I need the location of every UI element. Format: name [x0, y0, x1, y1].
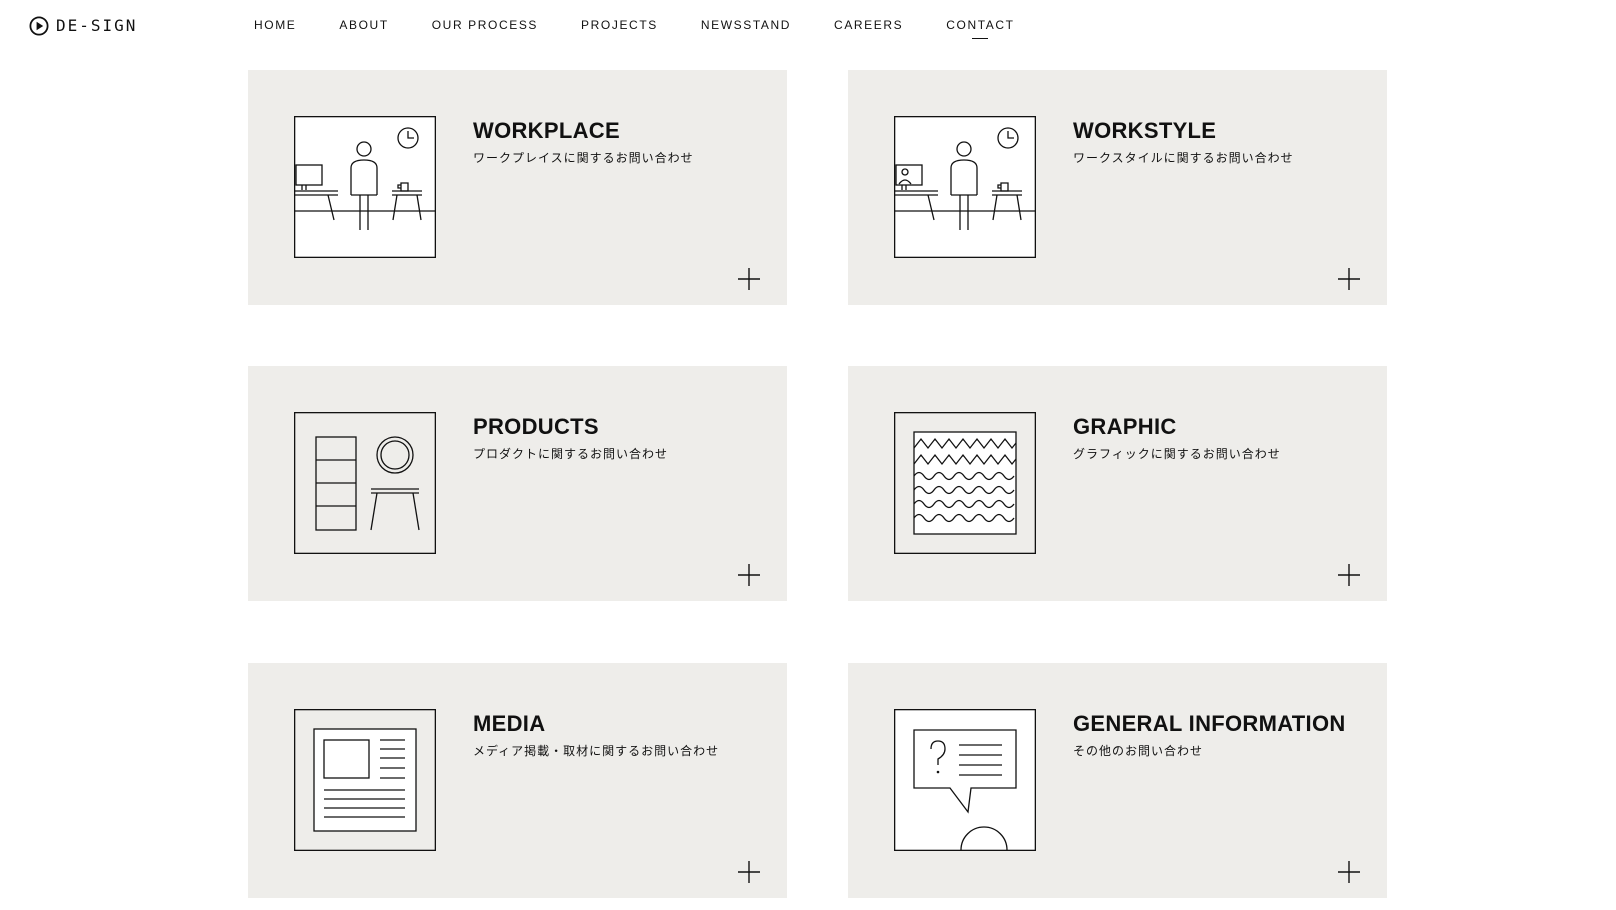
card-subtitle: プロダクトに関するお問い合わせ — [473, 447, 669, 461]
contact-card-workplace[interactable]: WORKPLACE ワークプレイスに関するお問い合わせ — [248, 70, 787, 305]
plus-icon[interactable] — [1337, 267, 1361, 291]
nav-contact[interactable]: CONTACT — [946, 17, 1014, 39]
plus-icon[interactable] — [1337, 563, 1361, 587]
main-nav: HOME ABOUT OUR PROCESS PROJECTS NEWSSTAN… — [254, 17, 1058, 39]
workplace-illustration-icon — [294, 116, 436, 258]
card-title: WORKPLACE — [473, 118, 620, 143]
nav-newsstand[interactable]: NEWSSTAND — [701, 17, 791, 33]
graphic-illustration-icon — [894, 412, 1036, 554]
workstyle-illustration-icon — [894, 116, 1036, 258]
general-information-illustration-icon — [894, 709, 1036, 851]
card-subtitle: メディア掲載・取材に関するお問い合わせ — [473, 744, 720, 758]
card-title: WORKSTYLE — [1073, 118, 1217, 143]
logo-link[interactable]: DE-SIGN — [29, 15, 137, 37]
site-header: DE-SIGN HOME ABOUT OUR PROCESS PROJECTS … — [0, 0, 1616, 60]
nav-home[interactable]: HOME — [254, 17, 296, 33]
card-title: GENERAL INFORMATION — [1073, 711, 1346, 736]
nav-our-process[interactable]: OUR PROCESS — [432, 17, 538, 33]
card-title: MEDIA — [473, 711, 546, 736]
nav-careers[interactable]: CAREERS — [834, 17, 903, 33]
card-title: GRAPHIC — [1073, 414, 1177, 439]
plus-icon[interactable] — [737, 563, 761, 587]
media-illustration-icon — [294, 709, 436, 851]
plus-icon[interactable] — [737, 267, 761, 291]
brand-name: DE-SIGN — [56, 16, 138, 35]
card-subtitle: その他のお問い合わせ — [1073, 744, 1204, 758]
contact-card-graphic[interactable]: GRAPHIC グラフィックに関するお問い合わせ — [848, 366, 1387, 601]
contact-card-media[interactable]: MEDIA メディア掲載・取材に関するお問い合わせ — [248, 663, 787, 898]
contact-card-products[interactable]: PRODUCTS プロダクトに関するお問い合わせ — [248, 366, 787, 601]
card-subtitle: ワークスタイルに関するお問い合わせ — [1073, 151, 1294, 165]
plus-icon[interactable] — [1337, 860, 1361, 884]
contact-card-general-information[interactable]: GENERAL INFORMATION その他のお問い合わせ — [848, 663, 1387, 898]
products-illustration-icon — [294, 412, 436, 554]
card-subtitle: ワークプレイスに関するお問い合わせ — [473, 151, 694, 165]
nav-projects[interactable]: PROJECTS — [581, 17, 658, 33]
play-circle-icon — [29, 16, 49, 36]
card-title: PRODUCTS — [473, 414, 599, 439]
contact-card-workstyle[interactable]: WORKSTYLE ワークスタイルに関するお問い合わせ — [848, 70, 1387, 305]
plus-icon[interactable] — [737, 860, 761, 884]
card-subtitle: グラフィックに関するお問い合わせ — [1073, 447, 1281, 461]
nav-about[interactable]: ABOUT — [339, 17, 388, 33]
